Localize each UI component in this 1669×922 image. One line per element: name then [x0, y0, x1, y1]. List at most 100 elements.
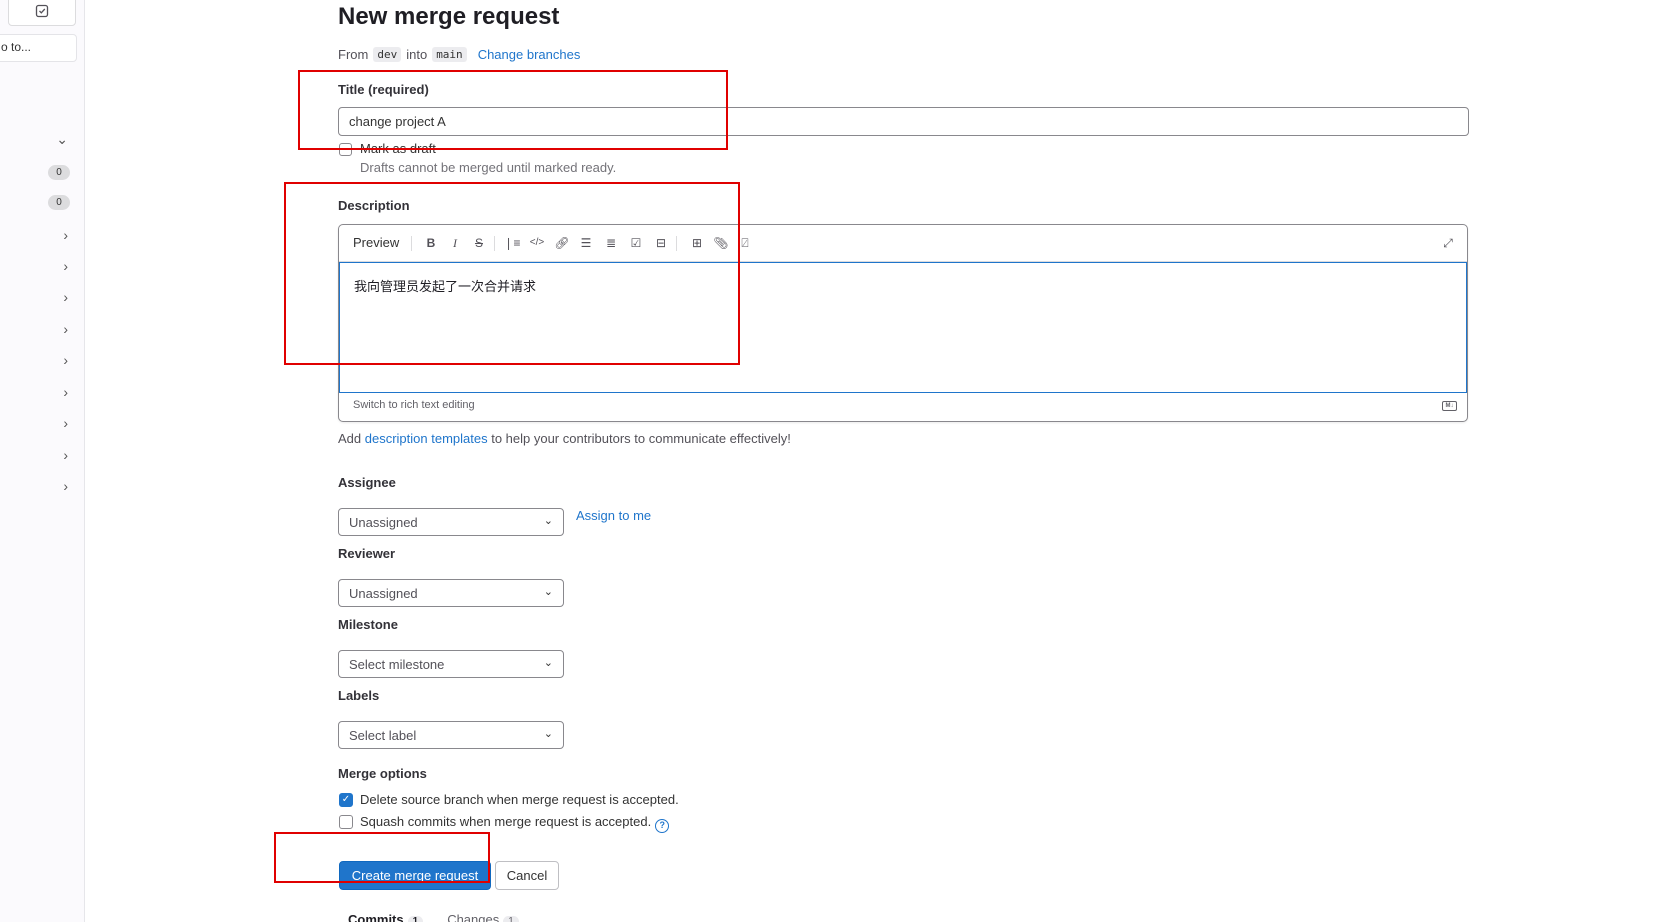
editor-toolbar: Preview B I S ❘≡ </> 🔗︎ ☰ ≣ ☑ ⊟ ⊞ 📎︎ ⍁ ⤢: [339, 225, 1467, 262]
delete-branch-label[interactable]: Delete source branch when merge request …: [360, 792, 679, 807]
into-label: into: [406, 47, 428, 62]
slash-command-icon[interactable]: ⍁: [736, 234, 754, 252]
chevron-right-icon: ›: [63, 352, 68, 368]
sidebar-item-5[interactable]: ›: [0, 352, 80, 372]
from-label: From: [338, 47, 369, 62]
page-title: New merge request: [338, 3, 560, 30]
tab-commits-count: 1: [407, 916, 424, 922]
link-icon[interactable]: 🔗︎: [553, 234, 571, 252]
switch-rich-text-button[interactable]: Switch to rich text editing: [353, 399, 475, 411]
bold-icon[interactable]: B: [422, 234, 440, 252]
assignee-dropdown[interactable]: Unassigned ⌄: [338, 508, 564, 536]
tab-commits-label: Commits: [348, 912, 404, 922]
chevron-right-icon: ›: [63, 478, 68, 494]
description-templates-link[interactable]: description templates: [365, 431, 488, 446]
draft-checkbox[interactable]: [339, 143, 352, 156]
reviewer-value: Unassigned: [349, 586, 418, 601]
sidebar-search[interactable]: o to...: [0, 34, 77, 62]
markdown-icon: M↓: [1442, 401, 1457, 411]
hint-suffix: to help your contributors to communicate…: [487, 431, 791, 446]
tab-changes-label: Changes: [447, 912, 500, 922]
chevron-right-icon: ›: [63, 384, 68, 400]
tab-changes[interactable]: Changes 1: [447, 912, 519, 922]
chevron-right-icon: ›: [63, 227, 68, 243]
tab-changes-count: 1: [503, 916, 519, 922]
source-branch: dev: [373, 47, 402, 62]
sidebar-item-issues[interactable]: 0: [0, 163, 80, 183]
chevron-right-icon: ›: [63, 415, 68, 431]
bullet-list-icon[interactable]: ☰: [577, 234, 595, 252]
chevron-down-icon: ⌄: [543, 586, 553, 598]
change-branches-link[interactable]: Change branches: [478, 47, 581, 62]
chevron-down-icon: ⌄: [543, 515, 553, 527]
sidebar-item-8[interactable]: ›: [0, 447, 80, 467]
title-input[interactable]: change project A: [338, 107, 1469, 136]
sidebar-item-6[interactable]: ›: [0, 384, 80, 404]
attach-icon[interactable]: 📎︎: [712, 234, 730, 252]
chevron-right-icon: ›: [63, 258, 68, 274]
hint-prefix: Add: [338, 431, 365, 446]
code-icon[interactable]: </>: [528, 234, 546, 252]
sidebar-item-1[interactable]: ›: [0, 227, 80, 247]
chevron-right-icon: ›: [63, 321, 68, 337]
labels-dropdown[interactable]: Select label ⌄: [338, 721, 564, 749]
toolbar-divider: [494, 236, 495, 251]
task-list-icon[interactable]: ☑: [627, 234, 645, 252]
numbered-list-icon[interactable]: ≣: [602, 234, 620, 252]
milestone-dropdown[interactable]: Select milestone ⌄: [338, 650, 564, 678]
mr-tabs: Commits 1 Changes 1: [348, 912, 519, 922]
table-icon[interactable]: ⊞: [688, 234, 706, 252]
sidebar-item-3[interactable]: ›: [0, 289, 80, 309]
chevron-right-icon: ›: [63, 447, 68, 463]
strikethrough-icon[interactable]: S: [470, 234, 488, 252]
description-editor: Preview B I S ❘≡ </> 🔗︎ ☰ ≣ ☑ ⊟ ⊞ 📎︎ ⍁ ⤢…: [338, 224, 1468, 422]
squash-checkbox[interactable]: [339, 815, 353, 829]
milestone-label: Milestone: [338, 617, 398, 632]
todo-button[interactable]: [8, 0, 76, 26]
create-merge-request-button[interactable]: Create merge request: [339, 861, 491, 890]
chevron-down-icon: ⌄: [543, 657, 553, 669]
sidebar: o to... ⌄ 0 0 › › › › › › › › ›: [0, 0, 85, 922]
description-templates-hint: Add description templates to help your c…: [338, 431, 791, 446]
sidebar-item-merge-requests[interactable]: 0: [0, 193, 80, 213]
italic-icon[interactable]: I: [446, 234, 464, 252]
assignee-value: Unassigned: [349, 515, 418, 530]
draft-label[interactable]: Mark as draft: [360, 141, 436, 156]
chevron-down-icon: ⌄: [543, 728, 553, 740]
delete-branch-checkbox[interactable]: ✓: [339, 793, 353, 807]
sidebar-item-9[interactable]: ›: [0, 478, 80, 498]
description-textarea[interactable]: 我向管理员发起了一次合并请求: [339, 262, 1467, 393]
target-branch: main: [432, 47, 467, 62]
milestone-value: Select milestone: [349, 657, 445, 672]
cancel-button[interactable]: Cancel: [495, 861, 559, 890]
sidebar-item-2[interactable]: ›: [0, 258, 80, 278]
tab-commits[interactable]: Commits 1: [348, 912, 424, 922]
chevron-down-icon: ⌄: [56, 131, 68, 147]
collapsible-icon[interactable]: ⊟: [652, 234, 670, 252]
fullscreen-icon[interactable]: ⤢: [1439, 234, 1457, 252]
count-badge: 0: [48, 165, 70, 180]
preview-tab[interactable]: Preview: [353, 235, 399, 250]
sidebar-item-4[interactable]: ›: [0, 321, 80, 341]
todo-icon: [35, 4, 49, 18]
sidebar-item-collapsed[interactable]: ⌄: [0, 131, 80, 151]
labels-label: Labels: [338, 688, 380, 703]
squash-option: Squash commits when merge request is acc…: [360, 814, 670, 833]
branch-info: From dev into main Change branches: [338, 47, 580, 62]
quote-icon[interactable]: ❘≡: [503, 234, 521, 252]
assign-to-me-link[interactable]: Assign to me: [576, 508, 651, 523]
help-icon[interactable]: ?: [655, 819, 670, 833]
merge-options-label: Merge options: [338, 766, 427, 781]
toolbar-divider: [676, 236, 677, 251]
chevron-right-icon: ›: [63, 289, 68, 305]
title-label: Title (required): [338, 82, 429, 97]
reviewer-label: Reviewer: [338, 546, 396, 561]
reviewer-dropdown[interactable]: Unassigned ⌄: [338, 579, 564, 607]
squash-label[interactable]: Squash commits when merge request is acc…: [360, 814, 651, 829]
draft-help-text: Drafts cannot be merged until marked rea…: [360, 160, 617, 175]
toolbar-divider: [411, 236, 412, 251]
sidebar-item-7[interactable]: ›: [0, 415, 80, 435]
labels-value: Select label: [349, 728, 417, 743]
count-badge: 0: [48, 195, 70, 210]
description-label: Description: [338, 198, 410, 213]
